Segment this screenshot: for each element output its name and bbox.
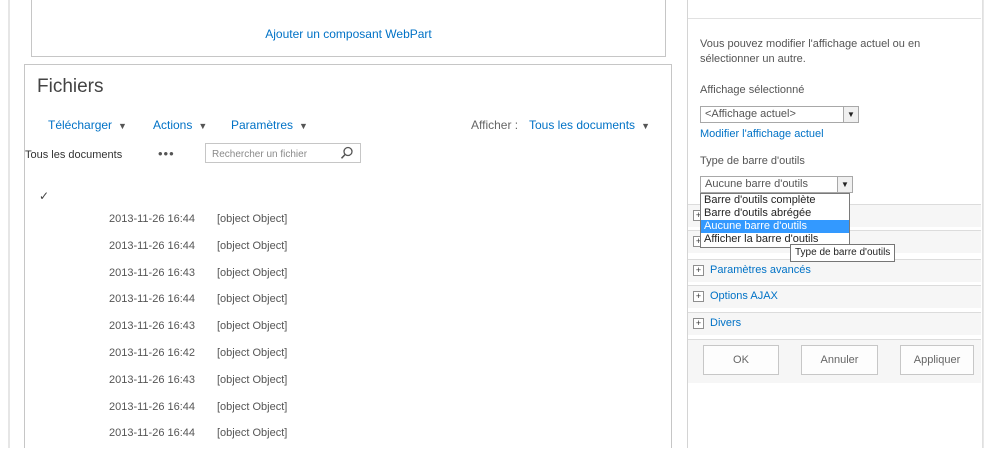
edit-current-view-link[interactable]: Modifier l'affichage actuel [700,128,824,140]
modified-date: 2013-11-26 16:44 [109,239,196,252]
modified-date: 2013-11-26 16:43 [109,320,196,333]
section-ajax-options[interactable]: + Options AJAX [688,285,981,308]
section-label: Divers [710,317,742,329]
search-icon[interactable] [340,146,354,160]
cancel-button[interactable]: Annuler [801,345,878,375]
files-title: Fichiers [37,76,104,97]
dropdown-arrow-icon[interactable]: ▼ [843,107,858,122]
pane-button-bar: OK Annuler Appliquer [688,339,981,383]
settings-label: Paramètres [231,118,294,132]
expand-icon[interactable]: + [693,265,704,276]
table-row[interactable]: 2013-11-26 16:44 [object Object] [25,240,665,267]
webpart-zone: Ajouter un composant WebPart [31,0,666,57]
table-row[interactable]: 2013-11-26 16:44 [object Object] [25,401,665,428]
pane-intro-line2: sélectionner un autre. [700,53,806,65]
tooltip: Type de barre d'outils [790,244,896,262]
toolbar-type-label: Type de barre d'outils [700,155,805,167]
toolbar-type-select[interactable]: Aucune barre d'outils ▼ [700,176,853,193]
table-row[interactable]: 2013-11-26 16:43 [object Object] [25,320,665,347]
chevron-down-icon: ▼ [641,121,650,131]
current-view-tab[interactable]: Tous les documents [25,149,122,161]
actions-label: Actions [153,118,193,132]
section-label: Options AJAX [710,290,778,302]
file-name-link[interactable]: [object Object] [217,240,287,252]
selected-view-label: Affichage sélectionné [700,84,805,96]
modified-date: 2013-11-26 16:44 [109,293,196,306]
view-selector-value: Tous les documents [529,118,636,132]
file-name-link[interactable]: [object Object] [217,267,287,279]
selected-view-value: <Affichage actuel> [705,108,796,120]
modified-date: 2013-11-26 16:44 [109,213,196,225]
table-row[interactable]: 2013-11-26 16:43 [object Object] [25,374,665,401]
files-webpart: Fichiers Télécharger ▼ Actions ▼ Paramètre… [24,64,672,448]
table-row[interactable]: 2013-11-26 16:44 [object Object] [25,293,665,320]
chevron-down-icon: ▼ [118,121,127,131]
dropdown-option[interactable]: Barre d'outils complète [701,194,849,207]
page-left-border [8,0,10,448]
file-search-box [205,143,361,164]
pane-top-divider [688,18,981,19]
view-selector[interactable]: Tous les documents ▼ [529,118,650,132]
settings-menu[interactable]: Paramètres ▼ [231,118,308,132]
selected-view-select[interactable]: <Affichage actuel> ▼ [700,106,859,123]
pane-right-edge [983,0,998,448]
table-row[interactable]: 2013-11-26 16:42 [object Object] [25,347,665,374]
file-search-input[interactable] [206,145,332,164]
dropdown-option-selected[interactable]: Aucune barre d'outils [701,220,849,233]
file-name-link[interactable]: [object Object] [217,427,287,439]
modified-date: 2013-11-26 16:43 [109,373,196,386]
chevron-down-icon: ▼ [198,121,208,131]
modified-date: 2013-11-26 16:42 [109,347,196,359]
file-name-link[interactable]: [object Object] [217,374,287,386]
view-selector-label: Afficher : [471,118,519,132]
apply-button[interactable]: Appliquer [900,345,974,375]
dropdown-arrow-icon[interactable]: ▼ [837,177,852,192]
expand-icon[interactable]: + [693,318,704,329]
actions-menu[interactable]: Actions ▼ [153,118,207,132]
toolbar-type-dropdown-list: Barre d'outils complète Barre d'outils a… [700,193,850,248]
ok-button[interactable]: OK [703,345,779,375]
toolbar-type-value: Aucune barre d'outils [705,178,808,190]
table-row[interactable]: 2013-11-26 16:43 [object Object] [25,267,665,294]
add-webpart-link[interactable]: Ajouter un composant WebPart [32,27,665,41]
section-misc[interactable]: + Divers [688,312,981,335]
expand-icon[interactable]: + [693,291,704,302]
section-advanced-settings[interactable]: + Paramètres avancés [688,259,981,282]
file-name-link[interactable]: [object Object] [217,293,287,305]
select-all-checkmark[interactable]: ✓ [39,189,49,203]
file-name-link[interactable]: [object Object] [217,401,287,413]
chevron-down-icon: ▼ [299,121,308,131]
more-views-button[interactable]: ••• [158,146,175,161]
table-row[interactable]: 2013-11-26 16:44 [object Object] [25,213,665,240]
file-name-link[interactable]: [object Object] [217,320,287,332]
file-name-link[interactable]: [object Object] [217,347,287,359]
download-label: Télécharger [48,118,113,132]
modified-date: 2013-11-26 16:44 [109,400,196,413]
modified-date: 2013-11-26 16:44 [109,427,196,440]
file-name-link[interactable]: [object Object] [217,213,287,225]
download-menu[interactable]: Télécharger ▼ [48,118,127,132]
modified-date: 2013-11-26 16:43 [109,266,196,279]
dropdown-option[interactable]: Barre d'outils abrégée [701,207,849,220]
table-row[interactable]: 2013-11-26 16:44 [object Object] [25,427,665,454]
pane-intro-line1: Vous pouvez modifier l'affichage actuel … [700,38,921,50]
section-label: Paramètres avancés [710,264,811,276]
